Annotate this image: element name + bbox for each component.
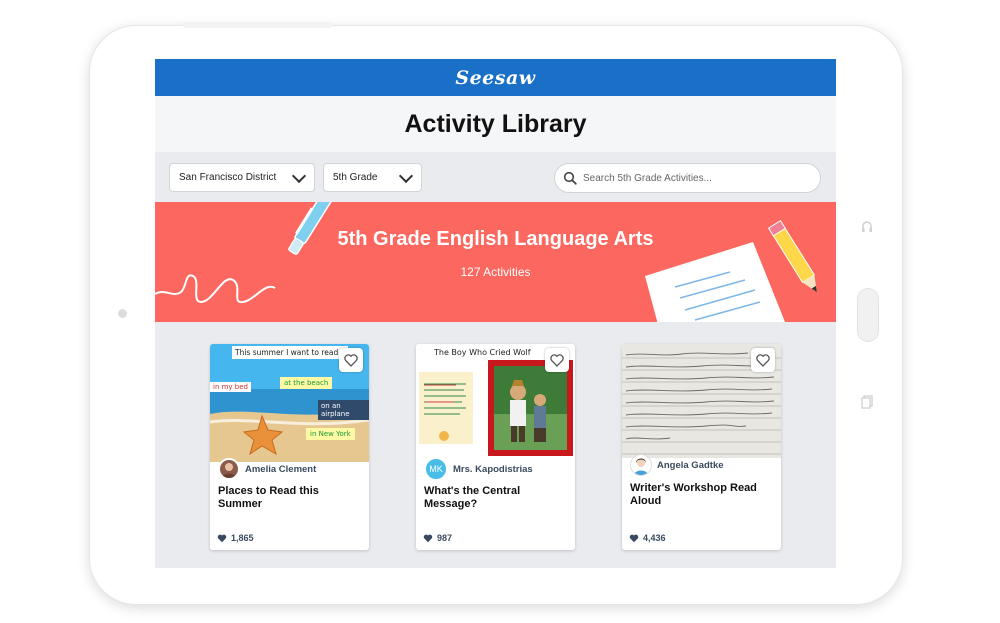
district-select[interactable]: San Francisco District (169, 163, 315, 192)
activity-thumbnail[interactable]: This summer I want to read... in my bed … (210, 344, 369, 462)
chevron-down-icon (398, 168, 414, 184)
search-input[interactable] (581, 171, 805, 185)
like-count-value: 987 (437, 533, 453, 543)
title-bar: Activity Library (155, 96, 836, 152)
filter-bar: San Francisco District 5th Grade (155, 152, 836, 202)
home-button[interactable] (858, 289, 878, 341)
search-box[interactable] (554, 163, 821, 193)
heart-outline-icon (550, 353, 564, 367)
favorite-button[interactable] (339, 348, 363, 372)
avatar (630, 454, 652, 476)
thumb-label: on an airplane (318, 400, 369, 420)
page-title: Activity Library (404, 109, 587, 138)
like-count-value: 1,865 (231, 533, 254, 543)
like-count: 1,865 (217, 533, 254, 543)
card-title[interactable]: What's the Central Message? (424, 485, 564, 511)
thumb-title: The Boy Who Cried Wolf (434, 348, 531, 357)
thumb-prompt: This summer I want to read... (232, 346, 349, 359)
subject-banner: 5th Grade English Language Arts 127 Acti… (155, 202, 836, 322)
like-count: 4,436 (629, 533, 666, 543)
heart-outline-icon (344, 353, 358, 367)
app-screen: Seesaw Activity Library San Francisco Di… (155, 59, 836, 568)
activity-thumbnail[interactable] (622, 344, 781, 458)
like-count: 987 (423, 533, 452, 543)
heart-icon (423, 534, 433, 542)
activity-card[interactable]: The Boy Who Cried Wolf MK Mrs. Kapodistr… (416, 344, 575, 550)
chevron-down-icon (291, 168, 307, 184)
author-name: Angela Gadtke (657, 459, 724, 471)
search-icon (563, 171, 577, 185)
thumb-label: in my bed (210, 382, 251, 392)
activity-count: 127 Activities (460, 265, 531, 279)
author-name: Amelia Clement (245, 463, 317, 475)
banner-illustration (155, 202, 817, 322)
author-name: Mrs. Kapodistrias (453, 463, 533, 475)
avatar-initials: MK (424, 457, 448, 481)
grade-select[interactable]: 5th Grade (323, 163, 422, 192)
author[interactable]: MK Mrs. Kapodistrias (424, 457, 533, 481)
like-count-value: 4,436 (643, 533, 666, 543)
avatar (218, 458, 240, 480)
author[interactable]: Angela Gadtke (630, 453, 724, 477)
activity-cards: This summer I want to read... in my bed … (155, 322, 836, 568)
activity-thumbnail[interactable]: The Boy Who Cried Wolf (416, 344, 575, 462)
activity-card[interactable]: Angela Gadtke Writer's Workshop Read Alo… (622, 344, 781, 550)
thumb-label: in New York (306, 428, 355, 440)
grade-select-value: 5th Grade (333, 172, 378, 183)
card-title[interactable]: Places to Read this Summer (218, 485, 358, 511)
banner-title: 5th Grade English Language Arts (337, 228, 654, 250)
favorite-button[interactable] (545, 348, 569, 372)
heart-icon (629, 534, 639, 542)
tablet-top-edge (183, 22, 333, 28)
heart-icon (217, 534, 227, 542)
camera-dot (118, 309, 127, 318)
top-bar: Seesaw (155, 59, 836, 96)
seesaw-logo[interactable]: Seesaw (455, 67, 535, 89)
author[interactable]: Amelia Clement (218, 457, 316, 481)
headphone-icon (861, 220, 873, 234)
thumb-label: at the beach (280, 377, 333, 389)
favorite-button[interactable] (751, 348, 775, 372)
copy-icon (861, 395, 873, 409)
heart-outline-icon (756, 353, 770, 367)
district-select-value: San Francisco District (179, 172, 277, 183)
activity-card[interactable]: This summer I want to read... in my bed … (210, 344, 369, 550)
card-title[interactable]: Writer's Workshop Read Aloud (630, 482, 770, 508)
